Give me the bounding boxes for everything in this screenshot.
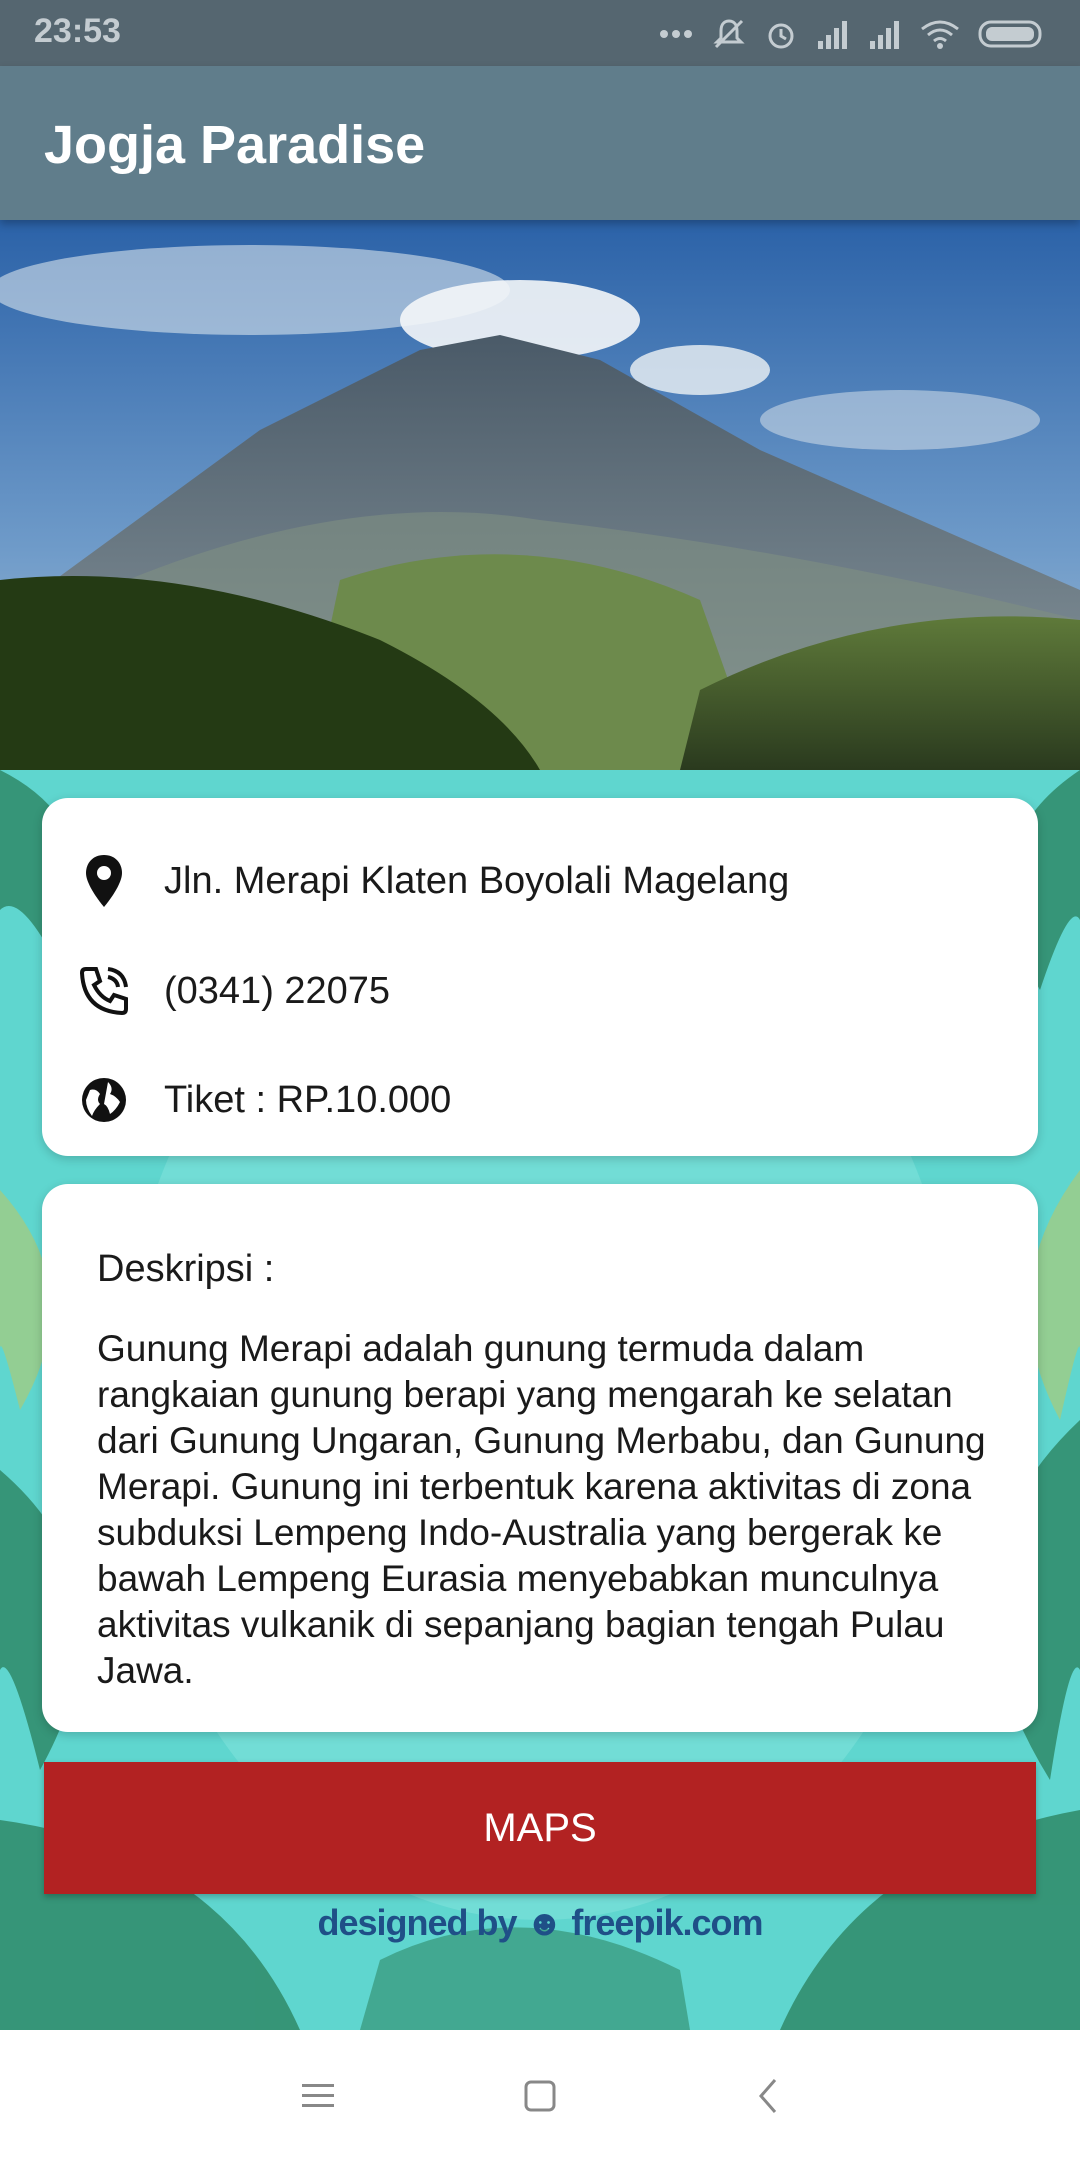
address-row: Jln. Merapi Klaten Boyolali Magelang <box>42 831 1038 931</box>
mountain-photo <box>0 220 1080 770</box>
freepik-credit: designed by ☻ freepik.com <box>317 1902 763 1943</box>
more-dots-icon <box>660 30 692 38</box>
home-icon[interactable] <box>514 2070 566 2122</box>
maps-button[interactable]: MAPS <box>44 1762 1036 1894</box>
phone-row: (0341) 22075 <box>42 941 1038 1041</box>
info-card: Jln. Merapi Klaten Boyolali Magelang (03… <box>42 798 1038 1156</box>
ticket-row: Tiket : RP.10.000 <box>42 1050 1038 1150</box>
description-text: Gunung Merapi adalah gunung termuda dala… <box>97 1328 986 1691</box>
mute-icon <box>713 19 745 49</box>
app-title: Jogja Paradise <box>44 115 426 175</box>
globe-icon <box>76 1072 132 1128</box>
navigation-bar <box>0 2030 1080 2160</box>
status-time: 23:53 <box>34 12 121 50</box>
signal-icon <box>818 21 847 49</box>
back-icon[interactable] <box>742 2070 794 2122</box>
wifi-icon <box>921 20 959 49</box>
signal-icon <box>870 21 899 49</box>
phone-text: (0341) 22075 <box>164 969 391 1012</box>
description-label: Deskripsi : <box>97 1248 275 1290</box>
status-bar: 23:53 <box>0 0 1080 66</box>
app-bar: Jogja Paradise <box>0 66 1080 220</box>
phone-in-talk-icon <box>76 963 132 1019</box>
battery-icon <box>978 20 1042 48</box>
menu-icon[interactable] <box>292 2070 344 2122</box>
status-icons <box>658 14 1046 54</box>
hero-image <box>0 220 1080 770</box>
alarm-icon <box>768 23 794 49</box>
description-card: Deskripsi : Gunung Merapi adalah gunung … <box>42 1184 1038 1732</box>
ticket-text: Tiket : RP.10.000 <box>164 1078 452 1121</box>
address-text: Jln. Merapi Klaten Boyolali Magelang <box>164 859 790 902</box>
location-pin-icon <box>76 853 132 909</box>
